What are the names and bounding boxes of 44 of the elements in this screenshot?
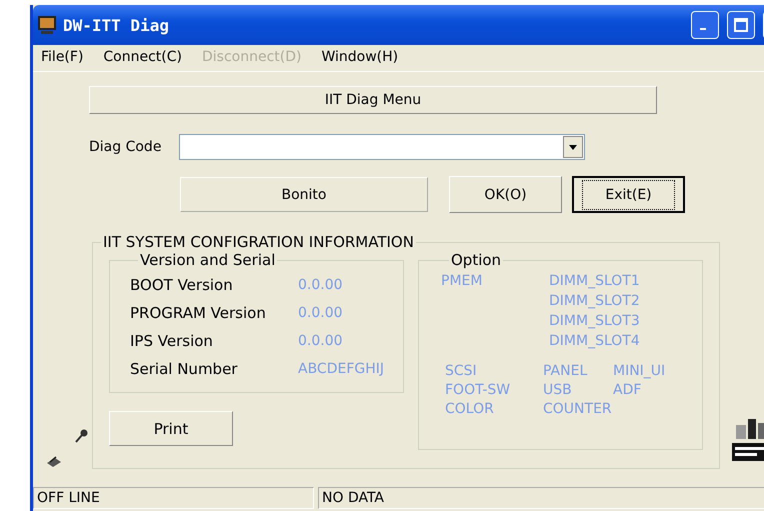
minimize-icon <box>700 28 706 30</box>
maximize-icon <box>734 18 748 32</box>
menu-item[interactable]: Window(H) <box>321 49 398 67</box>
option-label: DIMM_SLOT1 <box>549 273 640 289</box>
pin-icon <box>74 429 88 443</box>
model-label: Bonito <box>180 177 428 212</box>
option-label: USB <box>543 382 573 398</box>
status-pane: OFF LINE <box>33 487 314 509</box>
minimize-button[interactable] <box>691 11 719 39</box>
field-label: Serial Number <box>130 360 238 378</box>
field-value: 0.0.00 <box>298 277 343 293</box>
dialog-button[interactable]: OK(O) <box>449 176 562 213</box>
maximize-button[interactable] <box>727 11 755 39</box>
menu-item[interactable]: File(F) <box>41 49 84 67</box>
app-icon <box>37 15 57 35</box>
option-label: ADF <box>613 382 642 398</box>
option-label: PANEL <box>543 363 588 379</box>
option-label: MINI_UI <box>613 363 666 379</box>
option-label: PMEM <box>441 273 484 291</box>
group-title: Version and Serial <box>139 251 276 269</box>
option-label: COUNTER <box>543 401 613 417</box>
field-value: ABCDEFGHIJ <box>298 361 384 377</box>
option-label: SCSI <box>445 363 478 379</box>
window-title: DW-ITT Diag <box>63 16 169 34</box>
field-value: 0.0.00 <box>298 305 343 321</box>
caret-icon <box>569 144 578 150</box>
print-button[interactable]: Print <box>109 411 233 446</box>
field-value: 0.0.00 <box>298 333 343 349</box>
field-label: IPS Version <box>130 332 214 350</box>
field-label: BOOT Version <box>130 276 234 294</box>
menu-item[interactable]: Connect(C) <box>103 49 182 67</box>
status-pane: NO DATA <box>318 487 764 509</box>
diag-code-dropdown[interactable] <box>179 134 586 160</box>
group-title: Option <box>450 251 502 269</box>
option-label: COLOR <box>445 401 495 417</box>
group-title: IIT SYSTEM CONFIGRATION INFORMATION <box>102 233 415 251</box>
option-label: DIMM_SLOT4 <box>549 333 640 349</box>
diag-code-label: Diag Code <box>89 139 162 155</box>
field-label: PROGRAM Version <box>130 304 267 322</box>
option-label: FOOT-SW <box>445 382 512 398</box>
dialog-button[interactable]: Exit(E) <box>572 176 685 213</box>
option-label: DIMM_SLOT3 <box>549 313 640 329</box>
menu-button[interactable]: IIT Diag Menu <box>89 86 657 114</box>
option-label: DIMM_SLOT2 <box>549 293 640 309</box>
